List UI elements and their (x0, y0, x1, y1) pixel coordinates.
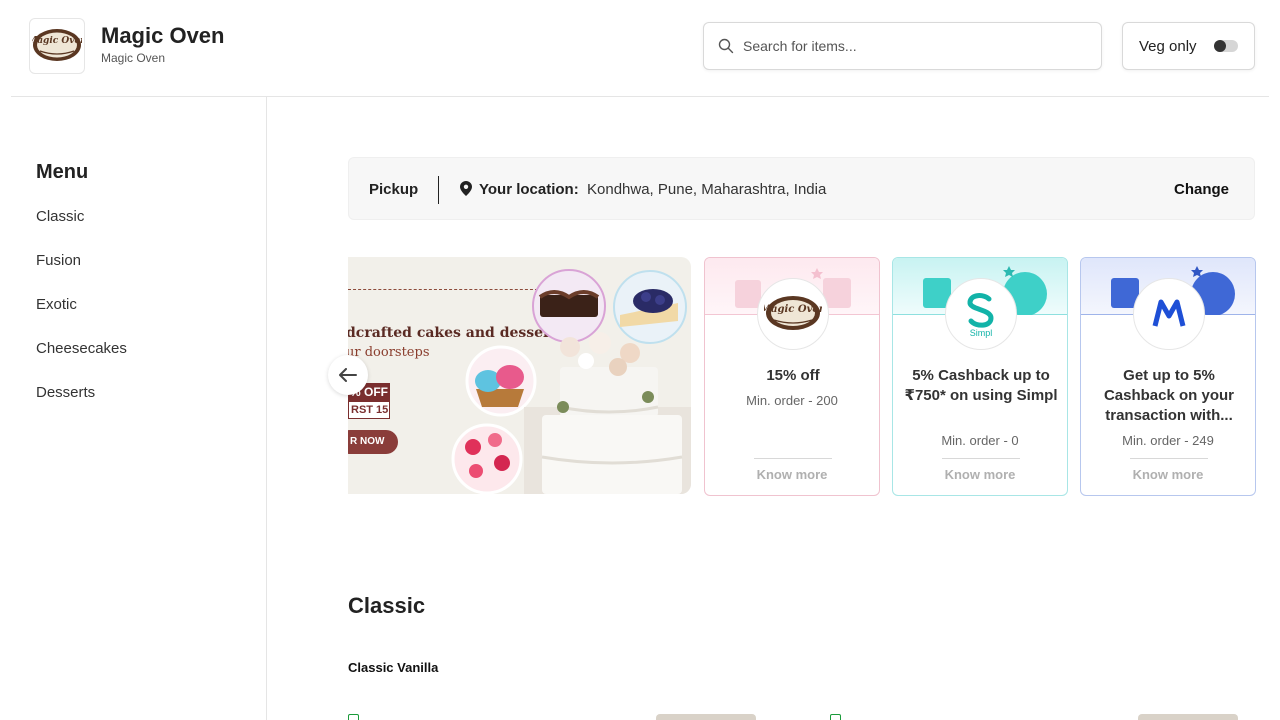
promo-banner[interactable]: dcrafted cakes and desserts ur doorsteps… (348, 257, 691, 494)
header: Magic Oven Magic Oven Magic Oven Veg onl… (0, 0, 1280, 96)
sidebar-item-cheesecakes[interactable]: Cheesecakes (36, 340, 127, 357)
location-label: Your location: (479, 181, 579, 198)
magic-oven-logo-icon: Magic Oven (32, 29, 82, 61)
simpl-offer-logo: Simpl (945, 278, 1017, 350)
offer-min-order: Min. order - 249 (1122, 433, 1214, 448)
sidebar-item-exotic[interactable]: Exotic (36, 296, 77, 313)
sidebar: Menu Classic Fusion Exotic Cheesecakes D… (0, 97, 267, 720)
carousel-prev-button[interactable] (328, 355, 368, 395)
magic-oven-logo-icon: Magic Oven (764, 296, 822, 330)
veg-indicator-icon (348, 714, 359, 720)
magic-oven-offer-logo: Magic Oven (757, 278, 829, 350)
brand-logo[interactable]: Magic Oven (29, 18, 85, 74)
offer-card-1[interactable]: Magic Oven 15% off Min. order - 200 Know… (704, 257, 880, 496)
sidebar-item-classic[interactable]: Classic (36, 208, 84, 225)
sidebar-item-fusion[interactable]: Fusion (36, 252, 81, 269)
offer-divider (942, 458, 1020, 459)
offer-divider (754, 458, 832, 459)
sidebar-item-desserts[interactable]: Desserts (36, 384, 95, 401)
offer-card-2[interactable]: Simpl 5% Cashback up to ₹750* on using S… (892, 257, 1068, 496)
veg-only-label: Veg only (1139, 37, 1197, 55)
brand-subtitle: Magic Oven (101, 51, 166, 65)
menu-item-image[interactable] (1138, 714, 1238, 720)
menu-item-image[interactable] (656, 714, 756, 720)
offer-title: 5% Cashback up to ₹750* on using Simpl (904, 367, 1058, 404)
mobikwik-logo-icon (1152, 299, 1186, 327)
know-more-link[interactable]: Know more (705, 467, 879, 482)
search-box[interactable] (703, 22, 1102, 70)
offer-title: 15% off (766, 367, 820, 384)
offer-min-order: Min. order - 200 (746, 393, 838, 408)
location-pin-icon (460, 181, 472, 196)
know-more-link[interactable]: Know more (893, 467, 1067, 482)
simpl-logo-icon: Simpl (967, 293, 994, 338)
change-location-button[interactable]: Change (1174, 181, 1229, 198)
brand-title: Magic Oven (101, 23, 225, 48)
know-more-link[interactable]: Know more (1081, 467, 1255, 482)
location-value: Kondhwa, Pune, Maharashtra, India (587, 181, 827, 198)
banner-dessert-illustration (451, 269, 691, 494)
offer-card-3[interactable]: Get up to 5% Cashback on your transactio… (1080, 257, 1256, 496)
offer-min-order: Min. order - 0 (941, 433, 1019, 448)
veg-only-switch[interactable] (1214, 40, 1238, 52)
mobikwik-offer-logo (1133, 278, 1205, 350)
section-title: Classic (348, 593, 426, 618)
search-icon (718, 38, 734, 54)
svg-text:Simpl: Simpl (970, 328, 993, 338)
pickup-label[interactable]: Pickup (369, 181, 418, 198)
location-bar: Pickup Your location: Kondhwa, Pune, Mah… (348, 157, 1255, 220)
menu-title: Menu (36, 161, 89, 183)
menu-item-name[interactable]: Classic Vanilla (348, 660, 438, 675)
offer-title: Get up to 5% Cashback on your transactio… (1103, 367, 1235, 424)
veg-only-switch-knob (1214, 40, 1226, 52)
search-input[interactable] (743, 38, 1073, 54)
veg-indicator-icon (830, 714, 841, 720)
svg-text:Magic Oven: Magic Oven (32, 36, 82, 46)
arrow-left-icon (339, 368, 357, 382)
svg-text:Magic Oven: Magic Oven (764, 304, 822, 315)
location-divider (438, 176, 439, 204)
veg-only-toggle-box[interactable]: Veg only (1122, 22, 1255, 70)
offer-divider (1130, 458, 1208, 459)
